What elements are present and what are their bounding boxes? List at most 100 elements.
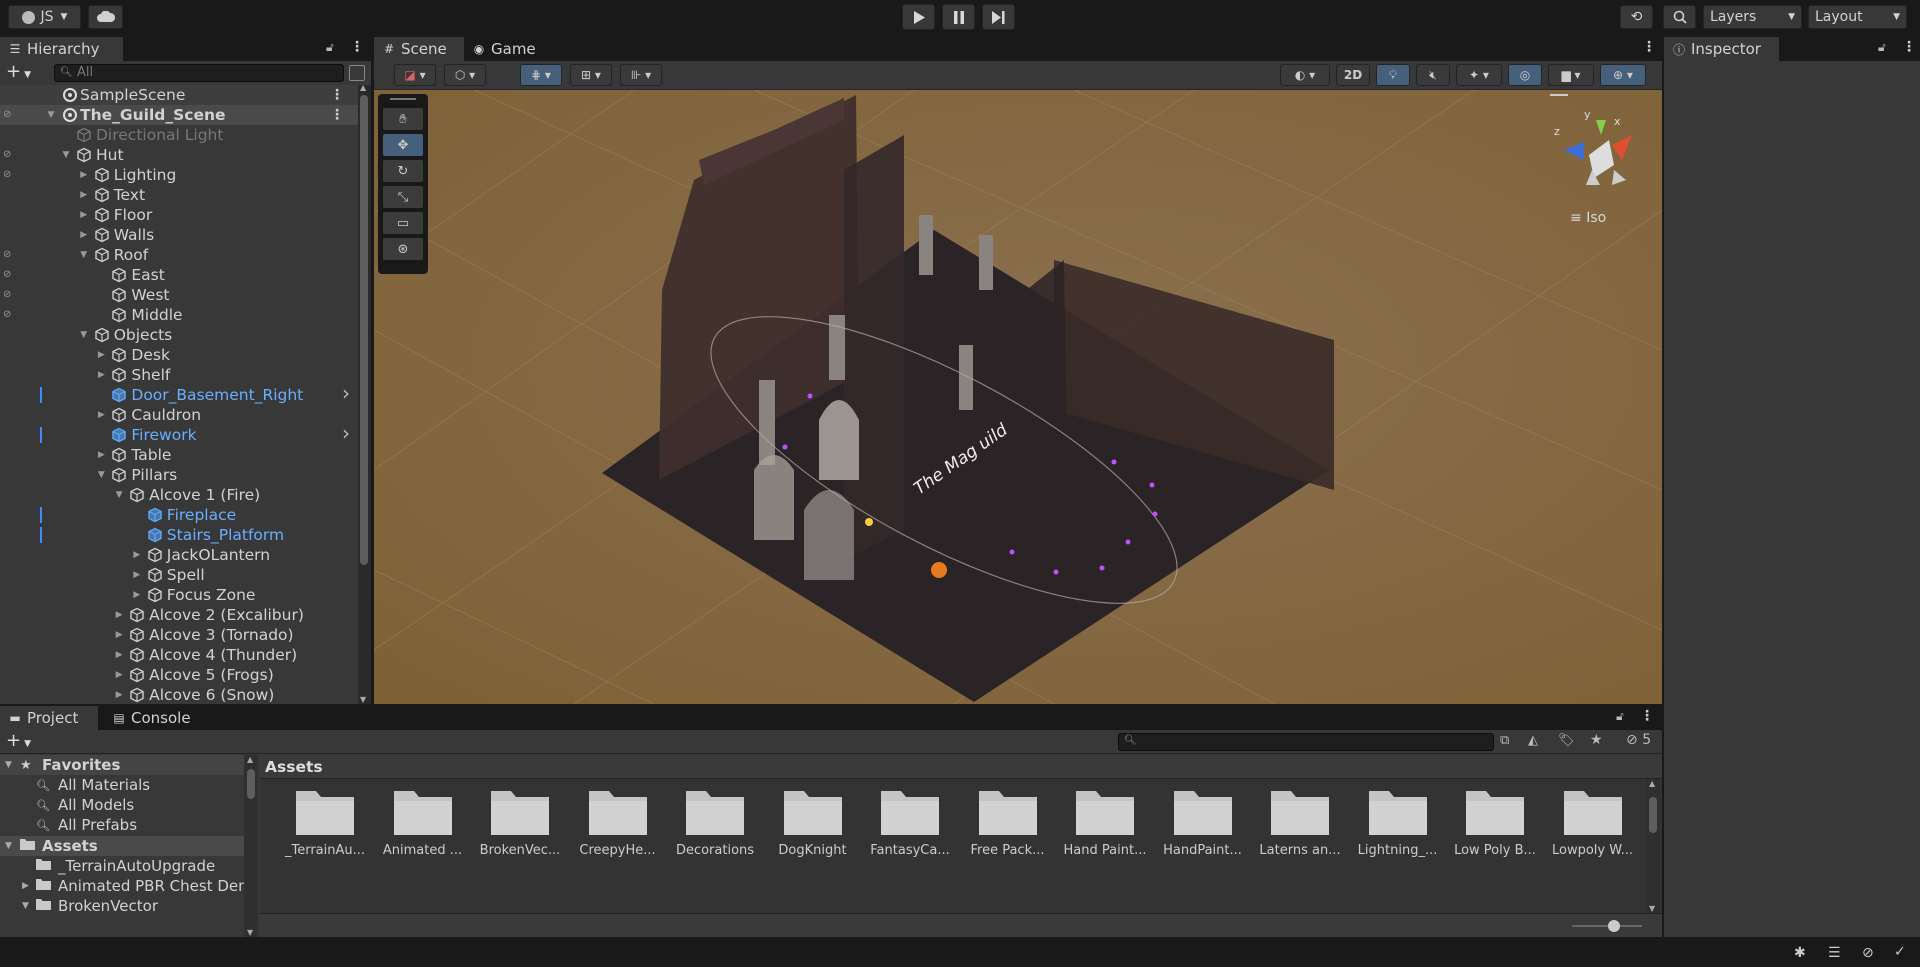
scrollbar-thumb[interactable] (1649, 797, 1657, 833)
expand-arrow-icon[interactable]: ▶ (96, 350, 106, 360)
hierarchy-item[interactable]: ⊘ ▼ Hut (0, 145, 358, 165)
expand-arrow-icon[interactable]: ▶ (114, 650, 124, 660)
expand-arrow-icon[interactable]: ▼ (96, 470, 106, 480)
hierarchy-scrollbar[interactable]: ▲ ▼ (358, 83, 371, 704)
asset-folder[interactable]: HandPaint... (1148, 779, 1242, 879)
hierarchy-item[interactable]: ▶ Spell (0, 565, 358, 585)
lock-icon[interactable]: 🔓︎ (1878, 40, 1886, 55)
hierarchy-item[interactable]: ⊘ West (0, 285, 358, 305)
expand-arrow-icon[interactable]: ▼ (79, 250, 89, 260)
scene-row[interactable]: SampleScene ⋮ (0, 85, 358, 105)
asset-folder[interactable]: Animated ... (368, 779, 462, 879)
increment-snap-dropdown[interactable]: ⊪ ▾ (620, 64, 662, 86)
effects-dropdown[interactable]: ✦ ▾ (1456, 64, 1502, 86)
pause-button[interactable] (942, 4, 975, 30)
gizmos-dropdown[interactable]: ⊕ ▾ (1600, 64, 1646, 86)
account-dropdown[interactable]: JS ▼ (8, 5, 81, 29)
project-tree-item[interactable]: 🔍︎ All Materials (0, 775, 245, 795)
visibility-toggle[interactable]: ◎ (1508, 64, 1542, 86)
tab-game[interactable]: ◉ Game (464, 37, 544, 61)
expand-arrow-icon[interactable]: ▶ (79, 210, 89, 220)
expand-arrow-icon[interactable]: ▶ (114, 610, 124, 620)
shading-mode-dropdown[interactable]: ◐ ▾ (1280, 64, 1330, 86)
project-tree-item[interactable]: ▶ Animated PBR Chest Dem (0, 876, 245, 896)
hierarchy-item[interactable]: ▶ Alcove 6 (Snow) (0, 685, 358, 704)
asset-folder[interactable]: Lightning_... (1343, 779, 1437, 879)
hierarchy-item[interactable]: ⊘ East (0, 265, 358, 285)
expand-arrow-icon[interactable]: ▶ (79, 170, 89, 180)
hierarchy-item[interactable]: ⊘ ▶ Lighting (0, 165, 358, 185)
visibility-hidden-icon[interactable]: ⊘ (3, 169, 19, 181)
expand-arrow-icon[interactable]: ▼ (46, 110, 56, 120)
expand-arrow-icon[interactable]: ▶ (22, 881, 29, 891)
hierarchy-item[interactable]: Fireplace (0, 505, 358, 525)
breadcrumb[interactable]: Assets (260, 755, 1662, 779)
scrollbar-thumb[interactable] (247, 769, 255, 799)
hierarchy-item[interactable]: ▶ Floor (0, 205, 358, 225)
open-prefab-chevron-icon[interactable]: › (342, 381, 350, 405)
play-button[interactable] (902, 4, 935, 30)
expand-arrow-icon[interactable]: ▶ (114, 690, 124, 700)
visibility-hidden-icon[interactable]: ⊘ (3, 249, 19, 261)
rect-tool-button[interactable]: ▭ (383, 212, 423, 234)
expand-arrow-icon[interactable]: ▼ (22, 901, 29, 911)
asset-folder[interactable]: Low Poly B... (1440, 779, 1536, 879)
toggle-2d-button[interactable]: 2D (1336, 64, 1370, 86)
asset-grid-scrollbar[interactable]: ▲ ▼ (1646, 779, 1660, 913)
hierarchy-item[interactable]: ▼ Alcove 1 (Fire) (0, 485, 358, 505)
hierarchy-item[interactable]: ▶ Alcove 3 (Tornado) (0, 625, 358, 645)
camera-dropdown[interactable]: ▆ ▾ (1548, 64, 1594, 86)
search-by-type-icon[interactable]: ⧉ (1500, 733, 1509, 748)
add-button[interactable]: + ▼ (6, 61, 31, 82)
more-options-icon[interactable]: ⋮ (1642, 39, 1656, 55)
hierarchy-item[interactable]: ▶ Text (0, 185, 358, 205)
visibility-hidden-icon[interactable]: ⊘ (3, 309, 19, 321)
undo-history-button[interactable]: ⟲ (1620, 5, 1653, 29)
expand-arrow-icon[interactable]: ▶ (96, 410, 106, 420)
scroll-up-icon[interactable]: ▲ (247, 755, 253, 764)
hierarchy-item[interactable]: ▶ JackOLantern (0, 545, 358, 565)
visibility-hidden-icon[interactable]: ⊘ (3, 289, 19, 301)
visibility-hidden-icon[interactable]: ⊘ (3, 149, 19, 161)
project-tree-item[interactable]: _TerrainAutoUpgrade (0, 856, 245, 876)
add-button[interactable]: + ▼ (6, 730, 31, 751)
project-tree-item[interactable]: 🔍︎ All Prefabs (0, 815, 245, 835)
hierarchy-item[interactable]: ▶ Cauldron (0, 405, 358, 425)
asset-folder[interactable]: Laterns an... (1245, 779, 1341, 879)
grid-snap-dropdown[interactable]: ⊞ ▾ (570, 64, 612, 86)
scroll-down-icon[interactable]: ▼ (247, 928, 253, 937)
asset-folder[interactable]: DogKnight (758, 779, 852, 879)
asset-folder[interactable]: BrokenVec... (465, 779, 560, 879)
slider-thumb[interactable] (1608, 920, 1620, 932)
project-tree-item[interactable]: 🔍︎ All Models (0, 795, 245, 815)
hierarchy-item[interactable]: Stairs_Platform (0, 525, 358, 545)
icon-size-slider[interactable] (1572, 920, 1642, 932)
global-local-dropdown[interactable]: ⬡ ▾ (444, 64, 486, 86)
expand-arrow-icon[interactable]: ▼ (5, 841, 12, 851)
palette-drag-handle[interactable] (390, 98, 416, 100)
visibility-hidden-icon[interactable]: ⊘ (3, 269, 19, 281)
hierarchy-item[interactable]: ▶ Table (0, 445, 358, 465)
snap-toggle[interactable]: ⋕ ▾ (520, 64, 562, 86)
draw-mode-dropdown[interactable]: ◪ ▾ (394, 64, 436, 86)
view-tool-button[interactable]: ✋︎ (383, 108, 423, 130)
project-tree-scrollbar[interactable]: ▲ ▼ (244, 755, 258, 937)
expand-arrow-icon[interactable]: ▶ (79, 190, 89, 200)
asset-folder[interactable]: CreepyHe... (563, 779, 657, 879)
more-options-icon[interactable]: ⋮ (1640, 708, 1654, 724)
scale-tool-button[interactable]: ⤡ (383, 186, 423, 208)
scroll-up-icon[interactable]: ▲ (1649, 779, 1655, 788)
hierarchy-item[interactable]: ▶ Walls (0, 225, 358, 245)
more-options-icon[interactable]: ⋮ (350, 39, 364, 55)
expand-arrow-icon[interactable]: ▼ (5, 760, 12, 770)
lock-icon[interactable]: 🔓︎ (326, 40, 334, 55)
hierarchy-item[interactable]: ▶ Alcove 5 (Frogs) (0, 665, 358, 685)
hierarchy-item[interactable]: ⊘ Middle (0, 305, 358, 325)
expand-arrow-icon[interactable]: ▼ (61, 150, 71, 160)
hidden-packages-toggle[interactable]: ⊘ 5 (1626, 732, 1651, 748)
filter-by-label-icon[interactable]: 🏷︎ (1558, 733, 1575, 748)
project-search-input[interactable]: 🔍︎ (1118, 733, 1494, 751)
search-options-icon[interactable] (349, 65, 365, 81)
scene-row[interactable]: ⊘ ▼ The_Guild_Scene ⋮ (0, 105, 358, 125)
hierarchy-item[interactable]: ▼ Pillars (0, 465, 358, 485)
